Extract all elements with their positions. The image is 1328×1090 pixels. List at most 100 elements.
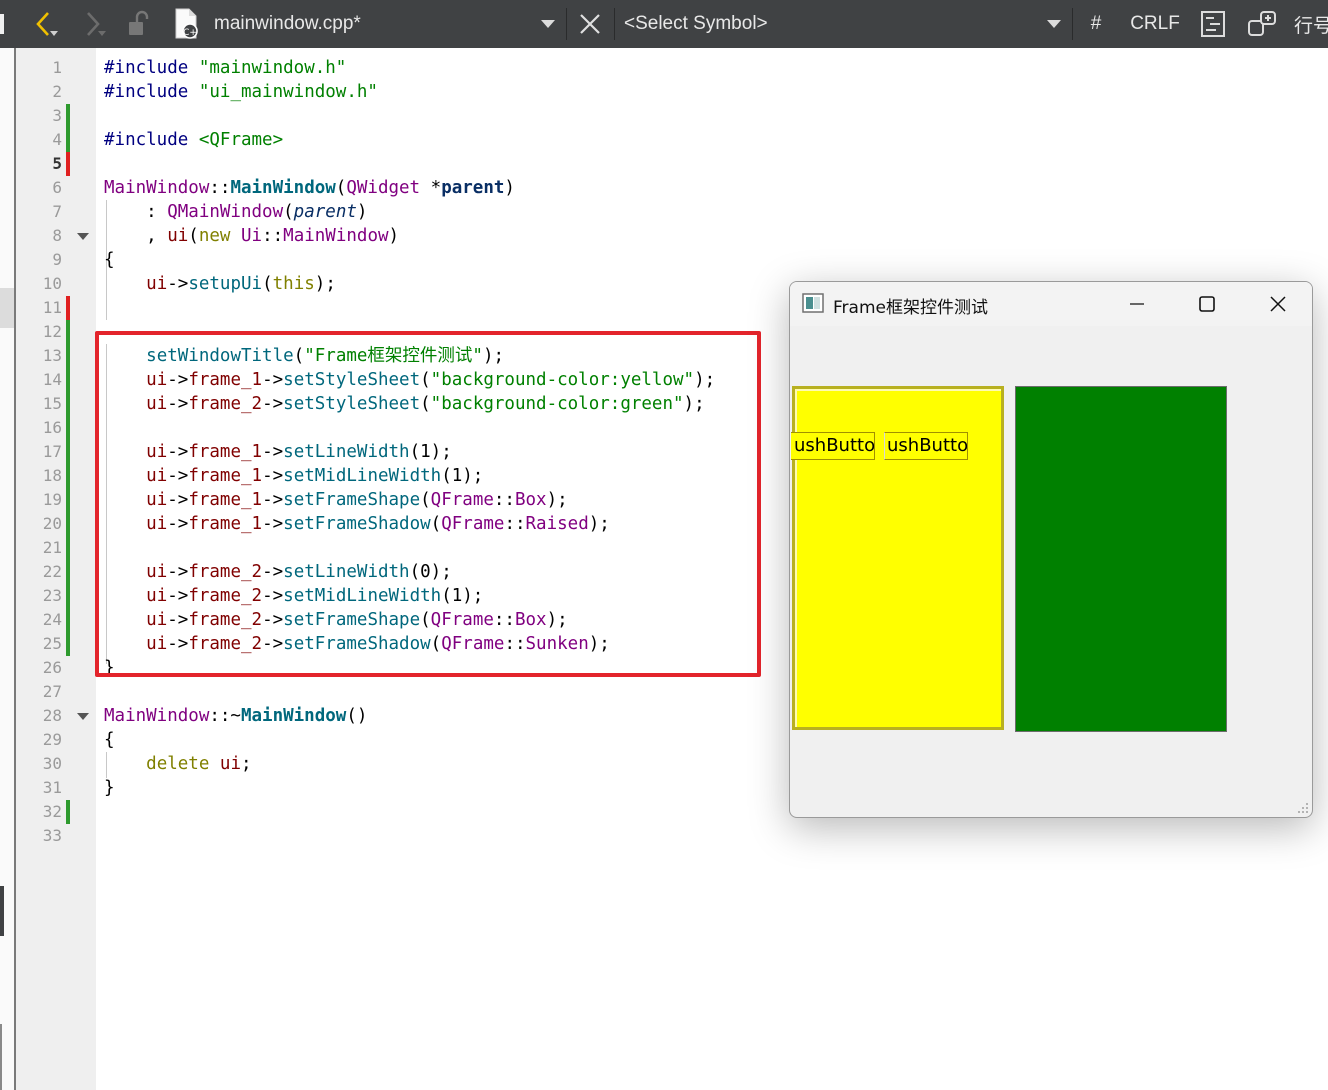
svg-text:C+: C+ — [183, 28, 197, 38]
line-number[interactable]: 29 — [16, 728, 62, 752]
line-number[interactable]: 15 — [16, 392, 62, 416]
outline-button[interactable] — [1196, 0, 1230, 48]
chevron-down-icon — [541, 20, 555, 28]
line-number[interactable]: 25 — [16, 632, 62, 656]
modified-line-marker — [66, 464, 70, 488]
symbol-selector[interactable]: <Select Symbol> — [624, 0, 1024, 48]
line-number[interactable]: 31 — [16, 776, 62, 800]
line-number[interactable]: 24 — [16, 608, 62, 632]
code-line[interactable]: delete ui; — [104, 752, 251, 776]
line-number[interactable]: 19 — [16, 488, 62, 512]
editor-toolbar: C+ mainwindow.cpp* <Select Symbol> # CRL… — [0, 0, 1328, 48]
modified-line-marker — [66, 440, 70, 464]
minimize-button[interactable] — [1114, 282, 1160, 326]
symbol-dropdown-button[interactable] — [1042, 0, 1066, 48]
maximize-button[interactable] — [1184, 282, 1230, 326]
open-document-name[interactable]: mainwindow.cpp* — [214, 0, 534, 48]
split-view-button[interactable] — [1244, 0, 1280, 48]
resize-grip-icon[interactable] — [1297, 802, 1309, 814]
line-ending-button[interactable]: CRLF — [1126, 0, 1184, 48]
line-number[interactable]: 8 — [16, 224, 62, 248]
line-number[interactable]: 22 — [16, 560, 62, 584]
app-window[interactable]: Frame框架控件测试 ushButto ushButto — [789, 281, 1313, 818]
push-button-1[interactable]: ushButto — [791, 432, 875, 460]
outline-icon — [1201, 11, 1225, 37]
file-lock-button[interactable] — [122, 0, 156, 48]
line-number[interactable]: 17 — [16, 440, 62, 464]
symbol-selector-label: <Select Symbol> — [624, 13, 768, 34]
line-number[interactable]: 26 — [16, 656, 62, 680]
close-icon — [1270, 296, 1286, 312]
line-number[interactable]: 33 — [16, 824, 62, 848]
line-number[interactable]: 1 — [16, 56, 62, 80]
line-label-text: 行号 — [1294, 15, 1328, 37]
line-ending-label: CRLF — [1130, 13, 1180, 34]
window-close-button[interactable] — [1255, 282, 1301, 326]
line-number[interactable]: 16 — [16, 416, 62, 440]
line-number[interactable]: 9 — [16, 248, 62, 272]
close-document-button[interactable] — [574, 0, 606, 48]
code-line[interactable]: { — [104, 728, 115, 752]
code-line[interactable]: MainWindow::MainWindow(QWidget *parent) — [104, 176, 515, 200]
line-number-hash-button[interactable]: # — [1082, 0, 1110, 48]
line-number[interactable]: 4 — [16, 128, 62, 152]
sidebar-edge-marker — [0, 1024, 2, 1090]
sidebar-edge-highlight — [0, 288, 14, 328]
line-number[interactable]: 13 — [16, 344, 62, 368]
modified-line-marker — [66, 560, 70, 584]
cpp-file-icon-box: C+ — [168, 0, 204, 48]
line-number[interactable]: 5 — [16, 152, 62, 176]
line-label-button[interactable]: 行号 — [1294, 0, 1328, 48]
code-line[interactable]: { — [104, 248, 115, 272]
code-line[interactable]: MainWindow::~MainWindow() — [104, 704, 367, 728]
navigate-forward-button[interactable] — [76, 0, 112, 48]
hash-label: # — [1090, 13, 1102, 34]
code-line[interactable]: #include <QFrame> — [104, 128, 283, 152]
code-line[interactable]: : QMainWindow(parent) — [104, 200, 367, 224]
code-line[interactable]: ui->setupUi(this); — [104, 272, 336, 296]
line-number[interactable]: 10 — [16, 272, 62, 296]
modified-line-marker — [66, 536, 70, 560]
document-dropdown-button[interactable] — [536, 0, 560, 48]
modified-line-marker — [66, 128, 70, 152]
cpp-file-icon: C+ — [175, 8, 198, 39]
modified-line-marker — [66, 104, 70, 128]
line-number[interactable]: 3 — [16, 104, 62, 128]
modified-line-marker — [66, 416, 70, 440]
back-arrow-icon — [36, 12, 58, 36]
navigate-back-button[interactable] — [28, 0, 64, 48]
chevron-down-icon — [1047, 20, 1061, 28]
toolbar-edge-mark — [0, 14, 4, 34]
line-number[interactable]: 11 — [16, 296, 62, 320]
code-line[interactable]: #include "mainwindow.h" — [104, 56, 346, 80]
push-button-2-label: ushButto — [887, 435, 968, 456]
line-number[interactable]: 2 — [16, 80, 62, 104]
line-number[interactable]: 20 — [16, 512, 62, 536]
line-number[interactable]: 6 — [16, 176, 62, 200]
app-window-titlebar[interactable]: Frame框架控件测试 — [790, 282, 1312, 326]
push-button-1-label: ushButto — [794, 435, 875, 456]
push-button-2[interactable]: ushButto — [884, 432, 968, 460]
line-number[interactable]: 14 — [16, 368, 62, 392]
modified-line-marker — [66, 320, 70, 344]
line-number[interactable]: 12 — [16, 320, 62, 344]
code-line[interactable]: } — [104, 776, 115, 800]
line-number[interactable]: 28 — [16, 704, 62, 728]
line-number[interactable]: 7 — [16, 200, 62, 224]
line-number[interactable]: 21 — [16, 536, 62, 560]
line-number[interactable]: 30 — [16, 752, 62, 776]
fold-toggle-icon[interactable] — [77, 713, 89, 720]
close-icon — [580, 14, 600, 34]
frame-2-green — [1015, 386, 1227, 732]
maximize-icon — [1199, 296, 1215, 312]
line-number[interactable]: 27 — [16, 680, 62, 704]
modified-line-marker — [66, 800, 70, 824]
fold-toggle-icon[interactable] — [77, 233, 89, 240]
toolbar-divider — [566, 8, 567, 40]
line-number[interactable]: 23 — [16, 584, 62, 608]
app-window-title: Frame框架控件测试 — [833, 298, 988, 318]
line-number[interactable]: 18 — [16, 464, 62, 488]
code-line[interactable]: #include "ui_mainwindow.h" — [104, 80, 378, 104]
code-line[interactable]: , ui(new Ui::MainWindow) — [104, 224, 399, 248]
line-number[interactable]: 32 — [16, 800, 62, 824]
